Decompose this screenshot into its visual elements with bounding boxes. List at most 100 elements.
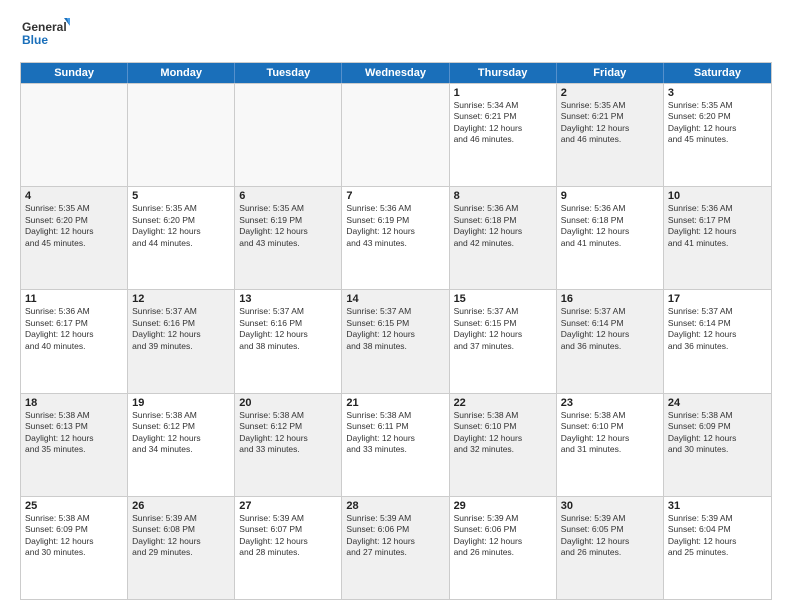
day-info: Sunrise: 5:35 AM Sunset: 6:20 PM Dayligh… <box>132 203 230 249</box>
day-header-saturday: Saturday <box>664 63 771 83</box>
day-cell-22: 22Sunrise: 5:38 AM Sunset: 6:10 PM Dayli… <box>450 394 557 496</box>
day-cell-31: 31Sunrise: 5:39 AM Sunset: 6:04 PM Dayli… <box>664 497 771 599</box>
week-row-2: 4Sunrise: 5:35 AM Sunset: 6:20 PM Daylig… <box>21 186 771 289</box>
day-number: 2 <box>561 87 659 99</box>
day-cell-8: 8Sunrise: 5:36 AM Sunset: 6:18 PM Daylig… <box>450 187 557 289</box>
day-number: 26 <box>132 500 230 512</box>
header: General Blue <box>20 16 772 52</box>
day-info: Sunrise: 5:37 AM Sunset: 6:15 PM Dayligh… <box>346 306 444 352</box>
week-row-5: 25Sunrise: 5:38 AM Sunset: 6:09 PM Dayli… <box>21 496 771 599</box>
day-info: Sunrise: 5:38 AM Sunset: 6:12 PM Dayligh… <box>239 410 337 456</box>
day-number: 16 <box>561 293 659 305</box>
day-number: 14 <box>346 293 444 305</box>
day-cell-4: 4Sunrise: 5:35 AM Sunset: 6:20 PM Daylig… <box>21 187 128 289</box>
day-info: Sunrise: 5:38 AM Sunset: 6:10 PM Dayligh… <box>561 410 659 456</box>
day-number: 20 <box>239 397 337 409</box>
day-number: 7 <box>346 190 444 202</box>
day-info: Sunrise: 5:38 AM Sunset: 6:10 PM Dayligh… <box>454 410 552 456</box>
day-info: Sunrise: 5:38 AM Sunset: 6:13 PM Dayligh… <box>25 410 123 456</box>
day-info: Sunrise: 5:39 AM Sunset: 6:06 PM Dayligh… <box>454 513 552 559</box>
day-header-sunday: Sunday <box>21 63 128 83</box>
day-cell-21: 21Sunrise: 5:38 AM Sunset: 6:11 PM Dayli… <box>342 394 449 496</box>
calendar-grid: SundayMondayTuesdayWednesdayThursdayFrid… <box>20 62 772 600</box>
empty-cell <box>128 84 235 186</box>
day-number: 3 <box>668 87 767 99</box>
day-cell-20: 20Sunrise: 5:38 AM Sunset: 6:12 PM Dayli… <box>235 394 342 496</box>
day-number: 29 <box>454 500 552 512</box>
day-info: Sunrise: 5:35 AM Sunset: 6:20 PM Dayligh… <box>668 100 767 146</box>
day-cell-6: 6Sunrise: 5:35 AM Sunset: 6:19 PM Daylig… <box>235 187 342 289</box>
day-cell-13: 13Sunrise: 5:37 AM Sunset: 6:16 PM Dayli… <box>235 290 342 392</box>
logo-svg: General Blue <box>20 16 70 52</box>
day-cell-7: 7Sunrise: 5:36 AM Sunset: 6:19 PM Daylig… <box>342 187 449 289</box>
day-number: 27 <box>239 500 337 512</box>
day-cell-25: 25Sunrise: 5:38 AM Sunset: 6:09 PM Dayli… <box>21 497 128 599</box>
day-number: 5 <box>132 190 230 202</box>
day-info: Sunrise: 5:39 AM Sunset: 6:06 PM Dayligh… <box>346 513 444 559</box>
day-info: Sunrise: 5:39 AM Sunset: 6:08 PM Dayligh… <box>132 513 230 559</box>
day-number: 30 <box>561 500 659 512</box>
day-header-thursday: Thursday <box>450 63 557 83</box>
calendar-page: General Blue SundayMondayTuesdayWednesda… <box>0 0 792 612</box>
day-cell-16: 16Sunrise: 5:37 AM Sunset: 6:14 PM Dayli… <box>557 290 664 392</box>
day-info: Sunrise: 5:38 AM Sunset: 6:09 PM Dayligh… <box>25 513 123 559</box>
empty-cell <box>342 84 449 186</box>
day-cell-9: 9Sunrise: 5:36 AM Sunset: 6:18 PM Daylig… <box>557 187 664 289</box>
day-cell-5: 5Sunrise: 5:35 AM Sunset: 6:20 PM Daylig… <box>128 187 235 289</box>
day-number: 22 <box>454 397 552 409</box>
week-row-3: 11Sunrise: 5:36 AM Sunset: 6:17 PM Dayli… <box>21 289 771 392</box>
day-number: 6 <box>239 190 337 202</box>
day-number: 4 <box>25 190 123 202</box>
day-info: Sunrise: 5:34 AM Sunset: 6:21 PM Dayligh… <box>454 100 552 146</box>
day-number: 23 <box>561 397 659 409</box>
day-cell-1: 1Sunrise: 5:34 AM Sunset: 6:21 PM Daylig… <box>450 84 557 186</box>
day-cell-12: 12Sunrise: 5:37 AM Sunset: 6:16 PM Dayli… <box>128 290 235 392</box>
day-cell-26: 26Sunrise: 5:39 AM Sunset: 6:08 PM Dayli… <box>128 497 235 599</box>
day-info: Sunrise: 5:39 AM Sunset: 6:05 PM Dayligh… <box>561 513 659 559</box>
week-row-1: 1Sunrise: 5:34 AM Sunset: 6:21 PM Daylig… <box>21 83 771 186</box>
day-info: Sunrise: 5:35 AM Sunset: 6:21 PM Dayligh… <box>561 100 659 146</box>
day-cell-11: 11Sunrise: 5:36 AM Sunset: 6:17 PM Dayli… <box>21 290 128 392</box>
day-cell-27: 27Sunrise: 5:39 AM Sunset: 6:07 PM Dayli… <box>235 497 342 599</box>
day-cell-10: 10Sunrise: 5:36 AM Sunset: 6:17 PM Dayli… <box>664 187 771 289</box>
day-info: Sunrise: 5:36 AM Sunset: 6:18 PM Dayligh… <box>454 203 552 249</box>
day-info: Sunrise: 5:36 AM Sunset: 6:19 PM Dayligh… <box>346 203 444 249</box>
day-info: Sunrise: 5:37 AM Sunset: 6:16 PM Dayligh… <box>239 306 337 352</box>
svg-text:General: General <box>22 20 67 34</box>
day-cell-2: 2Sunrise: 5:35 AM Sunset: 6:21 PM Daylig… <box>557 84 664 186</box>
day-number: 19 <box>132 397 230 409</box>
day-cell-23: 23Sunrise: 5:38 AM Sunset: 6:10 PM Dayli… <box>557 394 664 496</box>
day-number: 15 <box>454 293 552 305</box>
day-header-monday: Monday <box>128 63 235 83</box>
day-number: 17 <box>668 293 767 305</box>
day-info: Sunrise: 5:36 AM Sunset: 6:17 PM Dayligh… <box>25 306 123 352</box>
day-info: Sunrise: 5:37 AM Sunset: 6:14 PM Dayligh… <box>561 306 659 352</box>
week-row-4: 18Sunrise: 5:38 AM Sunset: 6:13 PM Dayli… <box>21 393 771 496</box>
day-number: 24 <box>668 397 767 409</box>
day-cell-30: 30Sunrise: 5:39 AM Sunset: 6:05 PM Dayli… <box>557 497 664 599</box>
day-number: 21 <box>346 397 444 409</box>
day-info: Sunrise: 5:35 AM Sunset: 6:19 PM Dayligh… <box>239 203 337 249</box>
day-number: 25 <box>25 500 123 512</box>
day-info: Sunrise: 5:38 AM Sunset: 6:09 PM Dayligh… <box>668 410 767 456</box>
day-number: 10 <box>668 190 767 202</box>
day-number: 8 <box>454 190 552 202</box>
empty-cell <box>235 84 342 186</box>
day-info: Sunrise: 5:36 AM Sunset: 6:17 PM Dayligh… <box>668 203 767 249</box>
day-cell-3: 3Sunrise: 5:35 AM Sunset: 6:20 PM Daylig… <box>664 84 771 186</box>
day-number: 31 <box>668 500 767 512</box>
day-header-tuesday: Tuesday <box>235 63 342 83</box>
day-number: 11 <box>25 293 123 305</box>
day-number: 28 <box>346 500 444 512</box>
day-cell-14: 14Sunrise: 5:37 AM Sunset: 6:15 PM Dayli… <box>342 290 449 392</box>
calendar-header: SundayMondayTuesdayWednesdayThursdayFrid… <box>21 63 771 83</box>
day-cell-19: 19Sunrise: 5:38 AM Sunset: 6:12 PM Dayli… <box>128 394 235 496</box>
day-info: Sunrise: 5:39 AM Sunset: 6:04 PM Dayligh… <box>668 513 767 559</box>
calendar-body: 1Sunrise: 5:34 AM Sunset: 6:21 PM Daylig… <box>21 83 771 599</box>
day-info: Sunrise: 5:35 AM Sunset: 6:20 PM Dayligh… <box>25 203 123 249</box>
day-number: 1 <box>454 87 552 99</box>
day-cell-29: 29Sunrise: 5:39 AM Sunset: 6:06 PM Dayli… <box>450 497 557 599</box>
day-info: Sunrise: 5:37 AM Sunset: 6:14 PM Dayligh… <box>668 306 767 352</box>
day-info: Sunrise: 5:38 AM Sunset: 6:12 PM Dayligh… <box>132 410 230 456</box>
day-cell-15: 15Sunrise: 5:37 AM Sunset: 6:15 PM Dayli… <box>450 290 557 392</box>
